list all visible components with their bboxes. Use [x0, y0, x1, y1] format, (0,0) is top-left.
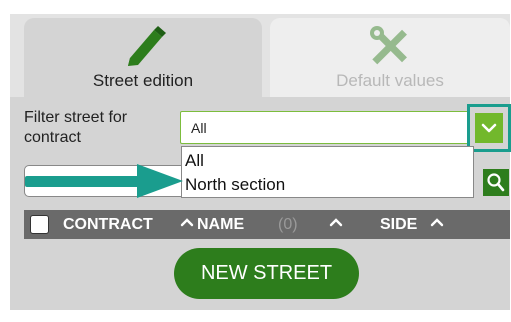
tab-default-values[interactable]: Default values	[270, 18, 510, 97]
tools-icon	[370, 26, 407, 65]
dropdown-option-north-section[interactable]: North section	[185, 175, 285, 195]
tab-street-edition[interactable]: Street edition	[24, 18, 262, 97]
name-count: (0)	[278, 216, 298, 233]
tab-default-values-label: Default values	[336, 71, 444, 90]
select-all-checkbox[interactable]	[30, 215, 49, 234]
tab-street-edition-label: Street edition	[92, 71, 194, 90]
column-name[interactable]: NAME	[197, 215, 244, 234]
chevron-down-icon	[481, 123, 497, 133]
column-side[interactable]: SIDE	[380, 215, 417, 234]
search-icon	[487, 173, 505, 192]
sort-up-icon[interactable]	[329, 217, 343, 227]
new-street-button[interactable]: NEW STREET	[174, 248, 359, 299]
column-contract[interactable]: CONTRACT	[63, 215, 153, 234]
sort-up-icon[interactable]	[180, 217, 194, 227]
pencil-icon	[128, 26, 166, 66]
arrow-annotation-icon	[25, 164, 183, 198]
contract-select[interactable]: All	[180, 111, 470, 144]
dropdown-toggle-button[interactable]	[475, 113, 503, 143]
contract-select-value: All	[191, 120, 207, 136]
table-header: CONTRACT NAME (0) SIDE	[24, 210, 510, 239]
contract-dropdown-list: All North section	[181, 146, 474, 198]
dropdown-option-all[interactable]: All	[185, 151, 204, 171]
sort-up-icon[interactable]	[430, 217, 444, 227]
filter-label: Filter street for contract	[24, 109, 128, 146]
search-button[interactable]	[483, 169, 509, 196]
